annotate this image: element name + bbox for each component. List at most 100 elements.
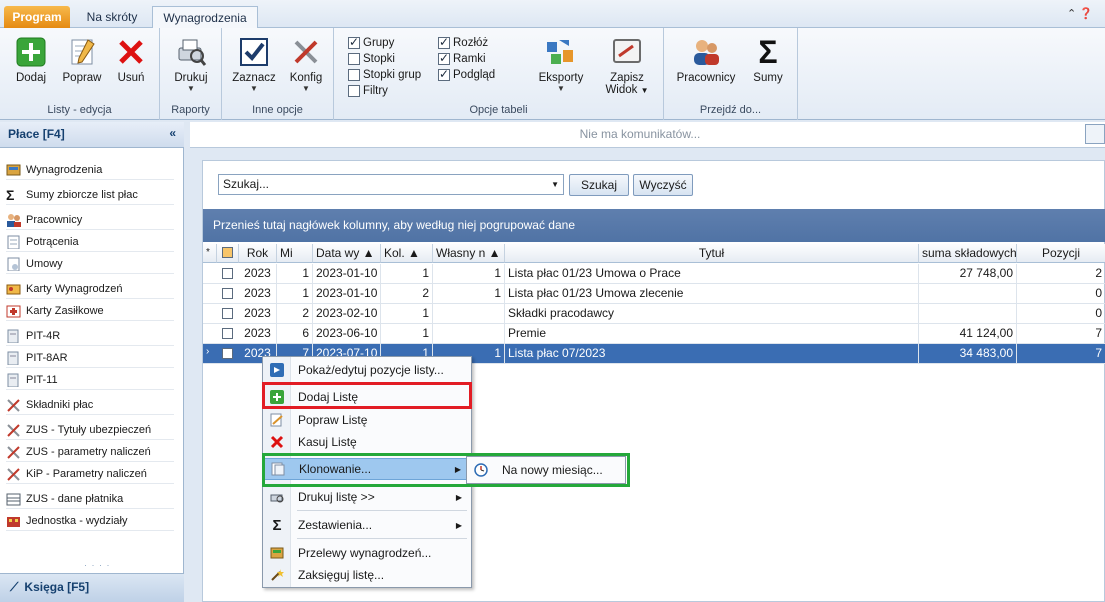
checkbox-grupy[interactable]: Grupy — [348, 35, 394, 51]
sidebar-item-wynagrodzenia[interactable]: Wynagrodzenia — [6, 160, 174, 180]
sidebar-title: Płace [F4] — [8, 127, 65, 141]
cell-wlasny: 1 — [433, 264, 505, 284]
card-icon — [6, 284, 21, 294]
cell-wlasny — [433, 324, 505, 344]
col-miesiac[interactable]: Mi — [277, 244, 313, 263]
sidebar-item-zus-parametry[interactable]: ZUS - parametry naliczeń — [6, 442, 174, 462]
cell-tytul: Lista płac 01/23 Umowa zlecenie — [505, 284, 919, 304]
checkbox-ramki[interactable]: Ramki — [438, 51, 486, 67]
sums-button[interactable]: Σ Sumy — [748, 36, 788, 84]
col-tytul[interactable]: Tytuł — [505, 244, 919, 263]
checkbox-label: Ramki — [453, 53, 486, 65]
tab-wynagrodzenia[interactable]: Wynagrodzenia — [152, 6, 258, 28]
menu-item-print-list[interactable]: Drukuj listę >> ▶ — [264, 486, 470, 508]
config-button[interactable]: Konfig ▼ — [284, 36, 328, 93]
table-row[interactable]: 2023 1 2023-01-10 1 1 Lista płac 01/23 U… — [203, 264, 1105, 284]
menu-item-delete-list[interactable]: Kasuj Listę — [264, 431, 470, 453]
menu-item-post-list[interactable]: Zaksięguj listę... — [264, 564, 470, 586]
row-checkbox[interactable] — [222, 308, 233, 319]
sidebar-item-skladniki[interactable]: Składniki płac — [6, 395, 174, 415]
tools-icon — [290, 36, 322, 68]
sidebar-item-ksiega[interactable]: ⟋ Księga [F5] — [0, 573, 184, 602]
row-checkbox[interactable] — [222, 288, 233, 299]
search-input-value: Szukaj... — [223, 177, 270, 191]
row-checkbox[interactable] — [222, 348, 233, 359]
cell-miesiac: 2 — [277, 304, 313, 324]
add-icon — [15, 36, 47, 68]
search-button[interactable]: Szukaj — [569, 174, 629, 196]
sidebar-item-label: PIT-4R — [26, 329, 61, 342]
select-all-checkbox[interactable] — [217, 244, 239, 263]
sidebar-item-kip-parametry[interactable]: KiP - Parametry naliczeń — [6, 464, 174, 484]
save-view-icon — [611, 36, 643, 68]
cell-rok: 2023 — [239, 304, 277, 324]
sidebar-item-pit-4r[interactable]: PIT-4R — [6, 326, 174, 346]
add-button[interactable]: Dodaj — [10, 36, 52, 84]
print-button[interactable]: Drukuj ▼ — [168, 36, 214, 93]
sidebar-resize-grip-icon[interactable]: · · · · — [84, 560, 111, 570]
sidebar-item-pit-8ar[interactable]: PIT-8AR — [6, 348, 174, 368]
checkbox-stopki-grup[interactable]: Stopki grup — [348, 67, 421, 83]
table-row[interactable]: 2023 1 2023-01-10 2 1 Lista płac 01/23 U… — [203, 284, 1105, 304]
cell-data: 2023-01-10 — [313, 264, 381, 284]
cell-tytul: Lista płac 07/2023 — [505, 344, 919, 364]
dropdown-caret-icon[interactable]: ▼ — [551, 180, 559, 189]
collapse-icon[interactable]: « — [169, 126, 176, 140]
print-preview-icon — [264, 490, 290, 504]
menu-item-transfers[interactable]: Przelewy wynagrodzeń... — [264, 542, 470, 564]
delete-button[interactable]: Usuń — [110, 36, 152, 84]
sidebar-splitter[interactable] — [184, 122, 190, 602]
sidebar-item-zus-tytuly[interactable]: ZUS - Tytuły ubezpieczeń — [6, 420, 174, 440]
export-button[interactable]: Eksporty ▼ — [532, 36, 590, 93]
expand-messages-icon[interactable] — [1085, 124, 1105, 144]
sidebar-item-label: Karty Zasiłkowe — [26, 304, 104, 317]
col-suma-skladowych[interactable]: suma składowych — [919, 244, 1017, 263]
employees-button[interactable]: Pracownicy — [674, 36, 738, 84]
cell-tytul: Składki pracodawcy — [505, 304, 919, 324]
sidebar-item-karty-zasilkowe[interactable]: Karty Zasiłkowe — [6, 301, 174, 321]
highlight-frame-red — [262, 382, 472, 409]
book-icon: ⟋ — [10, 580, 19, 594]
col-rok[interactable]: Rok — [239, 244, 277, 263]
sidebar-item-umowy[interactable]: Umowy — [6, 254, 174, 274]
minimize-ribbon-icon[interactable]: ⌃ ❓ — [1067, 7, 1093, 20]
table-row[interactable]: 2023 6 2023-06-10 1 Premie 41 124,00 7 — [203, 324, 1105, 344]
menu-item-show-positions[interactable]: Pokaż/edytuj pozycje listy... — [264, 359, 470, 381]
sidebar-item-zus-dane[interactable]: ZUS - dane płatnika — [6, 489, 174, 509]
group-label: Inne opcje — [252, 104, 303, 116]
select-button[interactable]: Zaznacz ▼ — [230, 36, 278, 93]
tab-program[interactable]: Program — [4, 6, 70, 28]
edit-button[interactable]: Popraw — [58, 36, 106, 84]
row-checkbox[interactable] — [222, 268, 233, 279]
row-checkbox[interactable] — [222, 328, 233, 339]
checkbox-podglad[interactable]: Podgląd — [438, 67, 495, 83]
sidebar-item-jednostka[interactable]: Jednostka - wydziały — [6, 511, 174, 531]
sidebar-item-pracownicy[interactable]: Pracownicy — [6, 210, 174, 230]
col-wlasny-nr[interactable]: Własny n ▲ — [433, 244, 505, 263]
sidebar-item-sumy[interactable]: Σ Sumy zbiorcze list płac — [6, 185, 174, 205]
sidebar-item-karty-wynagrodzen[interactable]: Karty Wynagrodzeń — [6, 279, 174, 299]
col-pozycji[interactable]: Pozycji — [1017, 244, 1105, 263]
table-row[interactable]: 2023 2 2023-02-10 1 Składki pracodawcy 0 — [203, 304, 1105, 324]
menu-item-reports[interactable]: Σ Zestawienia... ▶ — [264, 514, 470, 536]
sidebar-item-pit-11[interactable]: PIT-11 — [6, 370, 174, 390]
col-data-wyplaty[interactable]: Data wy ▲ — [313, 244, 381, 263]
checkbox-rozloz[interactable]: Rozłóż — [438, 35, 488, 51]
sidebar-item-label: ZUS - parametry naliczeń — [26, 445, 151, 458]
save-view-button[interactable]: Zapisz Widok ▼ — [596, 36, 658, 96]
clear-button[interactable]: Wyczyść — [633, 174, 693, 196]
checkbox-stopki[interactable]: Stopki — [348, 51, 395, 67]
cell-data: 2023-01-10 — [313, 284, 381, 304]
menu-item-edit-list[interactable]: Popraw Listę — [264, 409, 470, 431]
group-by-bar[interactable]: Przenieś tutaj nagłówek kolumny, aby wed… — [203, 209, 1105, 242]
delete-icon — [264, 435, 290, 449]
sidebar-item-label: Karty Wynagrodzeń — [26, 282, 123, 295]
tab-shortcuts[interactable]: Na skróty — [78, 6, 146, 28]
cell-pozycji: 2 — [1017, 264, 1105, 284]
search-input[interactable]: Szukaj... ▼ — [218, 174, 564, 195]
col-kol[interactable]: Kol. ▲ — [381, 244, 433, 263]
sidebar-item-potracenia[interactable]: Potrącenia — [6, 232, 174, 252]
group-label: Przejdź do... — [699, 104, 762, 116]
payroll-icon — [6, 164, 21, 175]
checkbox-filtry[interactable]: Filtry — [348, 83, 388, 99]
